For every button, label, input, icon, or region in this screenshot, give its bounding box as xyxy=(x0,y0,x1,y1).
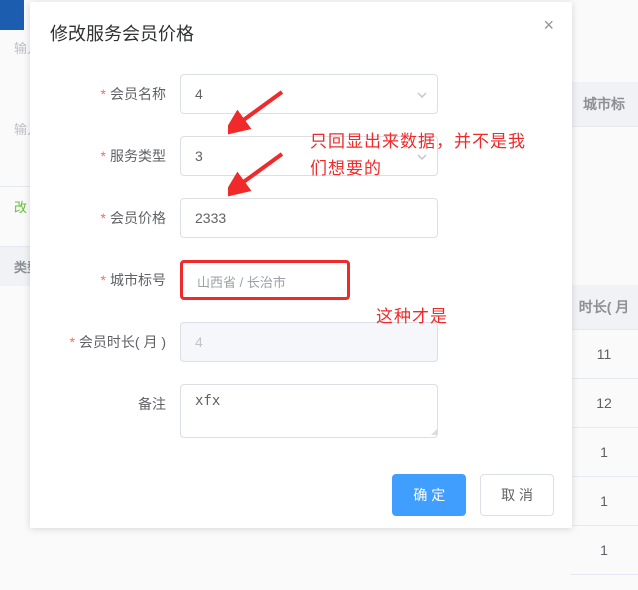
dialog-header: 修改服务会员价格 × xyxy=(30,2,572,54)
cascader-city-code[interactable]: 山西省 / 长治市 xyxy=(180,260,350,300)
input-member-duration xyxy=(180,322,438,362)
form-item-city-code: 城市标号 山西省 / 长治市 xyxy=(60,260,542,300)
dialog-footer: 确 定 取 消 xyxy=(30,466,572,520)
chevron-down-icon xyxy=(417,75,427,113)
label-service-type: 服务类型 xyxy=(60,136,180,176)
label-member-name: 会员名称 xyxy=(60,74,180,114)
select-service-type[interactable]: 3 xyxy=(180,136,438,176)
edit-price-dialog: 修改服务会员价格 × 会员名称 4 服务类型 3 xyxy=(30,2,572,528)
select-service-type-value: 3 xyxy=(195,148,203,164)
dialog-title: 修改服务会员价格 xyxy=(50,24,194,44)
label-city-code: 城市标号 xyxy=(60,260,180,300)
resize-handle-icon[interactable] xyxy=(431,429,437,435)
select-member-name-value: 4 xyxy=(195,86,203,102)
textarea-remark[interactable]: xfx xyxy=(180,384,438,438)
form-item-member-price: 会员价格 xyxy=(60,198,542,238)
input-member-price[interactable] xyxy=(180,198,438,238)
chevron-down-icon xyxy=(417,137,427,175)
close-icon[interactable]: × xyxy=(543,16,554,34)
form-item-remark: 备注 xfx xyxy=(60,384,542,438)
cascader-city-value: 山西省 / 长治市 xyxy=(197,275,286,290)
label-member-duration: 会员时长( 月 ) xyxy=(60,322,180,362)
form-item-member-name: 会员名称 4 xyxy=(60,74,542,114)
label-member-price: 会员价格 xyxy=(60,198,180,238)
label-remark: 备注 xyxy=(60,384,180,424)
select-member-name[interactable]: 4 xyxy=(180,74,438,114)
ok-button[interactable]: 确 定 xyxy=(392,474,466,516)
cancel-button[interactable]: 取 消 xyxy=(480,474,554,516)
form-item-service-type: 服务类型 3 xyxy=(60,136,542,176)
form-item-member-duration: 会员时长( 月 ) xyxy=(60,322,542,362)
dialog-form: 会员名称 4 服务类型 3 xyxy=(30,54,572,466)
